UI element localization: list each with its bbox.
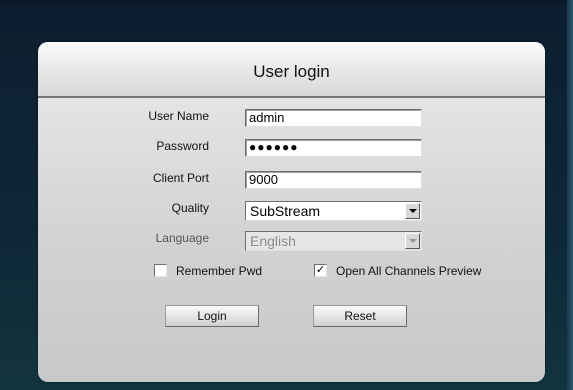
language-row: Language English xyxy=(38,228,545,252)
language-label: Language xyxy=(155,231,209,245)
username-row: User Name admin xyxy=(38,106,545,130)
quality-select[interactable]: SubStream xyxy=(245,201,422,221)
page-title: User login xyxy=(253,62,330,81)
password-row: Password ●●●●●● xyxy=(38,136,545,160)
quality-label: Quality xyxy=(171,201,209,215)
login-header: User login xyxy=(38,42,545,98)
chevron-down-icon xyxy=(405,233,420,249)
chevron-down-icon[interactable] xyxy=(405,203,420,219)
quality-row: Quality SubStream xyxy=(38,198,545,222)
remember-pwd-label[interactable]: Remember Pwd xyxy=(176,264,262,278)
username-input[interactable]: admin xyxy=(245,109,422,127)
reset-button[interactable]: Reset xyxy=(313,305,407,327)
login-button[interactable]: Login xyxy=(165,305,259,327)
open-all-channels-option[interactable]: ✓ Open All Channels Preview xyxy=(314,262,514,282)
window-top-border xyxy=(0,0,573,4)
username-label: User Name xyxy=(148,109,209,123)
check-icon[interactable]: ✓ xyxy=(314,264,327,277)
language-select: English xyxy=(245,231,422,251)
password-input[interactable]: ●●●●●● xyxy=(245,139,422,157)
client-port-row: Client Port 9000 xyxy=(38,168,545,192)
client-port-label: Client Port xyxy=(152,171,209,185)
remember-pwd-option[interactable]: Remember Pwd xyxy=(154,262,294,282)
client-port-input[interactable]: 9000 xyxy=(245,171,422,189)
window-right-border xyxy=(567,0,573,390)
quality-selected-value: SubStream xyxy=(250,203,321,219)
open-all-channels-label[interactable]: Open All Channels Preview xyxy=(336,264,481,278)
password-label: Password xyxy=(156,139,209,153)
remember-pwd-checkbox[interactable] xyxy=(154,264,167,277)
login-panel: User login User Name admin Password ●●●●… xyxy=(38,42,545,382)
language-selected-value: English xyxy=(250,233,296,249)
